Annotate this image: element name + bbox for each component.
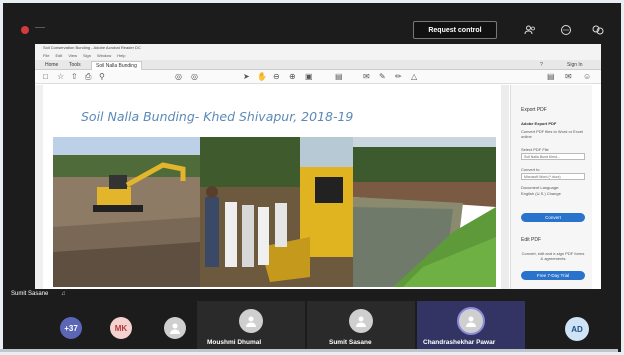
save-icon[interactable]: □: [43, 72, 48, 82]
select-file-field[interactable]: Soil Nalla Bund Khed...: [521, 153, 585, 160]
more-participants-count[interactable]: +37: [60, 317, 82, 339]
export-pane: Export PDF Adobe Export PDF Convert PDF …: [510, 85, 592, 295]
participant-tile[interactable]: Moushmi Dhumal: [197, 301, 305, 352]
free-trial-button[interactable]: Free 7-Day Trial: [521, 271, 585, 280]
fit-icon[interactable]: ▣: [305, 72, 313, 82]
meeting-window: —— Request control Soil Conservation Bun…: [3, 3, 621, 352]
avatar-icon: [457, 307, 485, 335]
tab-home[interactable]: Home: [41, 61, 62, 70]
comment-icon[interactable]: ✉: [363, 72, 370, 82]
account-icon[interactable]: ☺: [583, 72, 591, 82]
pdf-toolbar: □ ☆ ⇧ ⎙ ⚲ ◎ ◎ ➤ ✋ ⊖ ⊕ ▣ ▤ ✉ ✎ ✏ △ ▤ ✉ ☺: [35, 70, 601, 84]
edit-pdf-link[interactable]: Edit PDF: [521, 237, 541, 243]
participant-name: Sumit Sasane: [329, 339, 372, 346]
meeting-top-bar: —— Request control: [3, 3, 621, 41]
pdf-tab-bar: Home Tools Soil Nalla Bunding ? Sign In: [35, 60, 601, 70]
select-tool-icon[interactable]: ➤: [243, 72, 250, 82]
hand-tool-icon[interactable]: ✋: [257, 72, 267, 82]
bottom-strip: [0, 349, 618, 352]
page-layout-icon[interactable]: ▤: [335, 72, 343, 82]
presenter-bar: Sumit Sasane ♫: [3, 289, 621, 301]
language-value[interactable]: English (U.S.) Change: [521, 191, 561, 196]
more-icon[interactable]: [591, 23, 605, 37]
help-icon[interactable]: ?: [540, 61, 543, 70]
zoom-out-icon[interactable]: ⊖: [273, 72, 280, 82]
menu-edit[interactable]: Edit: [55, 52, 62, 60]
participant-ad-avatar[interactable]: AD: [565, 317, 589, 341]
select-file-label: Select PDF File: [521, 147, 549, 152]
water-body-photo: [353, 137, 496, 287]
menu-file[interactable]: File: [43, 52, 49, 60]
language-label: Document Language:: [521, 185, 560, 190]
request-control-button[interactable]: Request control: [413, 21, 497, 39]
participant-name: Chandrashekhar Pawar: [423, 339, 496, 346]
promo-text: Convert, edit and e-sign PDF forms & agr…: [521, 251, 585, 261]
pdf-scrollbar[interactable]: [501, 85, 509, 295]
participant-name: Moushmi Dhumal: [207, 339, 262, 346]
page-up-icon[interactable]: ◎: [175, 72, 182, 82]
mail-icon[interactable]: ✉: [565, 72, 572, 82]
recording-text: ——: [35, 25, 45, 31]
pdf-menu-bar: File Edit View Sign Window Help: [35, 52, 601, 60]
participant-tile-active[interactable]: Chandrashekhar Pawar: [417, 301, 525, 352]
people-icon[interactable]: [523, 23, 537, 37]
search-icon[interactable]: ⚲: [99, 72, 105, 82]
fill-sign-icon[interactable]: ✏: [395, 72, 402, 82]
menu-sign[interactable]: Sign: [83, 52, 91, 60]
pen-icon[interactable]: ✎: [379, 72, 386, 82]
export-pane-description: Convert PDF files to Word or Excel onlin…: [521, 129, 583, 139]
participant-mk-avatar[interactable]: MK: [110, 317, 132, 339]
chat-icon[interactable]: [559, 23, 573, 37]
mic-icon: ♫: [61, 291, 66, 297]
convert-to-label: Convert to: [521, 167, 540, 172]
menu-view[interactable]: View: [68, 52, 77, 60]
record-indicator-icon: [21, 26, 29, 34]
print-icon[interactable]: ⎙: [85, 72, 91, 82]
bookmark-icon[interactable]: ☆: [57, 72, 64, 82]
upload-icon[interactable]: ⇧: [71, 72, 78, 82]
sign-in-link[interactable]: Sign In: [567, 61, 583, 70]
participant-tile[interactable]: Sumit Sasane: [307, 301, 415, 352]
presenter-name: Sumit Sasane: [11, 291, 49, 297]
zoom-in-icon[interactable]: ⊕: [289, 72, 296, 82]
convert-button[interactable]: Convert: [521, 213, 585, 222]
tab-document[interactable]: Soil Nalla Bunding: [91, 61, 142, 70]
avatar-icon: [349, 309, 373, 333]
document-title: Soil Nalla Bunding- Khed Shivapur, 2018-…: [81, 109, 354, 124]
menu-help[interactable]: Help: [117, 52, 125, 60]
participant-strip: +37 MK Moushmi Dhumal Sumit Sasane Chand…: [3, 301, 621, 352]
tab-tools[interactable]: Tools: [65, 61, 85, 70]
share-icon[interactable]: △: [411, 72, 417, 82]
export-pane-header: Export PDF: [521, 107, 547, 113]
pdf-page: Soil Nalla Bunding- Khed Shivapur, 2018-…: [43, 85, 503, 295]
avatar-icon: [239, 309, 263, 333]
convert-to-select[interactable]: Microsoft Word (*.docx): [521, 173, 585, 180]
page-down-icon[interactable]: ◎: [191, 72, 198, 82]
site-visit-photo: [200, 137, 353, 287]
shared-screen: Soil Conservation Bunding - Adobe Acroba…: [35, 44, 601, 302]
export-icon[interactable]: ▤: [547, 72, 555, 82]
export-pane-subtitle: Adobe Export PDF: [521, 121, 557, 126]
menu-window[interactable]: Window: [97, 52, 111, 60]
pdf-window-title: Soil Conservation Bunding - Adobe Acroba…: [35, 44, 601, 52]
participant-avatar[interactable]: [164, 317, 186, 339]
excavator-photo: [53, 137, 200, 287]
